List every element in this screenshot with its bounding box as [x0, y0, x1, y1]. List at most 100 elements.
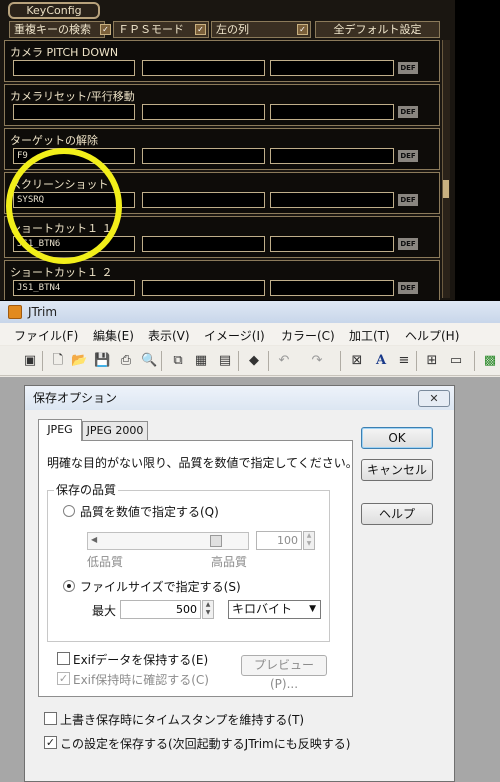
grid-icon[interactable]: ⊞ — [424, 353, 440, 369]
key-slot-3[interactable] — [270, 236, 394, 252]
key-row-label: ショートカット１ ２ — [10, 266, 113, 279]
save-icon[interactable]: 💾 — [94, 353, 110, 369]
exif-confirm-label[interactable]: Exif保持時に確認する(C) — [73, 671, 209, 688]
quality-description: 明確な目的がない限り、品質を数値で指定してください。 — [47, 456, 358, 470]
exif-keep-checkbox[interactable] — [57, 652, 70, 665]
menu-help[interactable]: ヘルプ(H) — [405, 327, 459, 344]
align-icon[interactable]: ≡ — [396, 353, 412, 369]
keyconfig-scrollbar[interactable] — [442, 40, 450, 298]
menu-file[interactable]: ファイル(F) — [14, 327, 78, 344]
filesize-radio[interactable] — [63, 580, 75, 592]
key-slot-2[interactable] — [142, 192, 265, 208]
default-button[interactable]: DEF — [398, 150, 418, 162]
high-quality-label: 高品質 — [211, 555, 248, 569]
menu-edit[interactable]: 編集(E) — [93, 327, 134, 344]
fps-mode-check-icon[interactable]: ✓ — [195, 24, 206, 35]
keep-timestamp-checkbox[interactable] — [44, 712, 57, 725]
new-window-icon[interactable]: ▣ — [22, 353, 38, 369]
keyconfig-scroll-thumb[interactable] — [443, 180, 449, 198]
fps-mode-label: ＦＰＳモード — [118, 23, 184, 36]
toolbar-separator — [42, 351, 43, 371]
quality-spin-button[interactable]: ▲ ▼ — [303, 531, 315, 550]
tab-jpeg2000[interactable]: JPEG 2000 — [82, 421, 148, 440]
default-button[interactable]: DEF — [398, 106, 418, 118]
print-preview-icon[interactable]: 🔍 — [141, 353, 157, 369]
toolbar-separator — [268, 351, 269, 371]
key-slot-1[interactable]: JS1_BTN4 — [13, 280, 135, 296]
filesize-radio-label[interactable]: ファイルサイズで指定する(S) — [80, 578, 241, 595]
key-slot-1[interactable] — [13, 104, 135, 120]
toolbar-separator — [238, 351, 239, 371]
menu-process[interactable]: 加工(T) — [349, 327, 390, 344]
key-slot-2[interactable] — [142, 104, 265, 120]
quality-value-input[interactable]: 100 — [256, 531, 302, 550]
paste-new-icon[interactable]: ▤ — [217, 353, 233, 369]
tab-jpeg[interactable]: JPEG — [38, 419, 82, 441]
exif-confirm-checkbox[interactable]: ✓ — [57, 672, 70, 685]
help-button[interactable]: ヘルプ — [361, 503, 433, 525]
key-slot-1[interactable] — [13, 60, 135, 76]
unit-select[interactable]: キロバイト ▼ — [228, 600, 321, 619]
save-settings-checkbox[interactable]: ✓ — [44, 736, 57, 749]
key-slot-3[interactable] — [270, 192, 394, 208]
print-icon[interactable]: ⎙ — [118, 353, 134, 369]
text-icon[interactable]: A — [373, 353, 389, 369]
capture-icon[interactable]: ◆ — [246, 353, 262, 369]
slider-left-arrow-icon[interactable]: ◀ — [91, 535, 97, 544]
paste-icon[interactable]: ▦ — [193, 353, 209, 369]
max-size-input[interactable]: 500 — [120, 600, 201, 619]
copy-icon[interactable]: ⧉ — [170, 353, 186, 369]
save-settings-label[interactable]: この設定を保存する(次回起動するJTrimにも反映する) — [60, 735, 350, 752]
ok-button[interactable]: OK — [361, 427, 433, 449]
toolbar-separator — [474, 351, 475, 371]
duplicate-search-label: 重複キーの検索 — [14, 23, 91, 36]
default-button[interactable]: DEF — [398, 194, 418, 206]
key-slot-2[interactable] — [142, 236, 265, 252]
undo-icon[interactable]: ↶ — [276, 353, 292, 369]
toolbar-separator — [416, 351, 417, 371]
exif-keep-label[interactable]: Exifデータを保持する(E) — [73, 651, 208, 668]
reset-all-button[interactable]: 全デフォルト設定 — [315, 21, 440, 38]
duplicate-search-toggle[interactable]: 重複キーの検索 — [9, 21, 105, 38]
key-row-camera-reset: カメラリセット/平行移動 DEF — [4, 84, 440, 126]
close-icon[interactable]: ✕ — [418, 390, 450, 407]
quality-slider[interactable]: ◀ — [87, 532, 249, 550]
key-slot-2[interactable] — [142, 148, 265, 164]
quality-value-radio-label[interactable]: 品質を数値で指定する(Q) — [80, 503, 219, 520]
preview-button[interactable]: プレビュー(P)... — [241, 655, 327, 691]
key-slot-3[interactable] — [270, 104, 394, 120]
column-check-icon[interactable]: ✓ — [297, 24, 308, 35]
max-label: 最大 — [92, 604, 117, 618]
keep-timestamp-label[interactable]: 上書き保存時にタイムスタンプを維持する(T) — [60, 711, 304, 728]
open-icon[interactable]: 📂 — [71, 353, 87, 369]
menu-color[interactable]: カラー(C) — [281, 327, 335, 344]
new-file-icon[interactable]: 🗋 — [50, 353, 66, 369]
yellow-highlight-circle — [6, 148, 122, 264]
key-slot-2[interactable] — [142, 280, 265, 296]
key-slot-3[interactable] — [270, 148, 394, 164]
menu-bar: ファイル(F) 編集(E) 表示(V) イメージ(I) カラー(C) 加工(T)… — [0, 323, 500, 345]
key-slot-3[interactable] — [270, 60, 394, 76]
toolbar-separator — [161, 351, 162, 371]
duplicate-search-check-icon[interactable]: ✓ — [100, 24, 111, 35]
fit-icon[interactable]: ⊠ — [349, 353, 365, 369]
key-slot-3[interactable] — [270, 280, 394, 296]
quality-slider-thumb[interactable] — [210, 535, 222, 547]
cancel-button[interactable]: キャンセル — [361, 459, 433, 481]
mosaic-icon[interactable]: ▩ — [482, 353, 498, 369]
save-options-dialog: 保存オプション ✕ JPEG JPEG 2000 明確な目的がない限り、品質を数… — [24, 385, 455, 782]
default-button[interactable]: DEF — [398, 282, 418, 294]
reset-all-label: 全デフォルト設定 — [333, 23, 422, 36]
menu-view[interactable]: 表示(V) — [148, 327, 190, 344]
unit-select-value: キロバイト — [232, 602, 293, 616]
tile-icon[interactable]: ▭ — [448, 353, 464, 369]
default-button[interactable]: DEF — [398, 62, 418, 74]
menu-image[interactable]: イメージ(I) — [204, 327, 265, 344]
redo-icon[interactable]: ↷ — [309, 353, 325, 369]
max-size-spin-button[interactable]: ▲ ▼ — [202, 600, 214, 619]
default-button[interactable]: DEF — [398, 238, 418, 250]
jtrim-app-icon — [8, 305, 22, 319]
column-toggle[interactable]: 左の列 — [211, 21, 311, 38]
key-slot-2[interactable] — [142, 60, 265, 76]
quality-value-radio[interactable] — [63, 505, 75, 517]
